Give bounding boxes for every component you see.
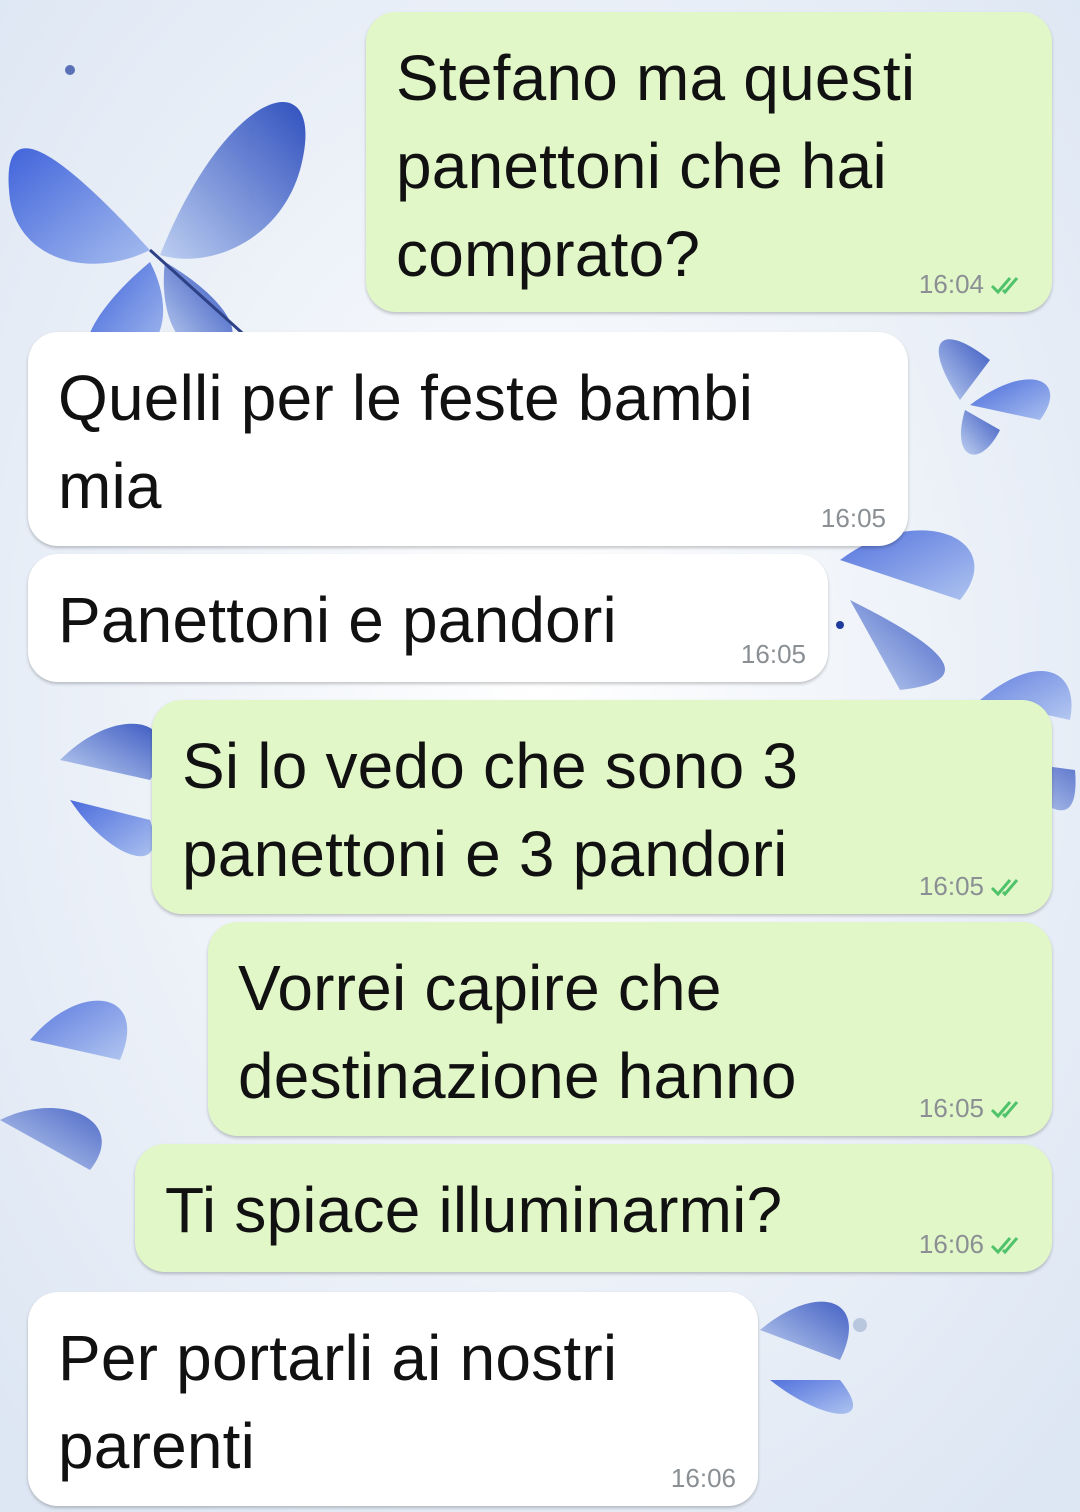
message-text: Stefano ma questi panettoni che hai comp… bbox=[396, 42, 916, 290]
message-time: 16:04 bbox=[918, 269, 984, 299]
message-bubble-outgoing[interactable]: Vorrei capire che destinazione hanno 16:… bbox=[208, 922, 1052, 1136]
message-bubble-outgoing[interactable]: Si lo vedo che sono 3 panettoni e 3 pand… bbox=[152, 700, 1052, 914]
message-bubble-incoming[interactable]: Panettoni e pandori 16:05 bbox=[28, 554, 828, 682]
double-check-icon bbox=[990, 276, 1019, 294]
message-bubble-outgoing[interactable]: Stefano ma questi panettoni che hai comp… bbox=[366, 12, 1052, 312]
message-meta: 16:05 bbox=[919, 1093, 1030, 1124]
message-text: Vorrei capire che destinazione hanno bbox=[238, 952, 797, 1112]
message-time: 16:05 bbox=[740, 639, 806, 669]
message-text: Ti spiace illuminarmi? bbox=[165, 1174, 783, 1246]
message-time: 16:05 bbox=[918, 871, 984, 901]
message-text: Panettoni e pandori bbox=[58, 584, 617, 656]
message-meta: 16:05 bbox=[821, 503, 886, 534]
message-text: Quelli per le feste bambi mia bbox=[58, 362, 754, 522]
message-meta: 16:05 bbox=[741, 639, 806, 670]
message-bubble-incoming[interactable]: Quelli per le feste bambi mia 16:05 bbox=[28, 332, 908, 546]
message-time: 16:05 bbox=[820, 503, 886, 533]
message-text: Per portarli ai nostri parenti bbox=[58, 1322, 618, 1482]
message-text: Si lo vedo che sono 3 panettoni e 3 pand… bbox=[182, 730, 799, 890]
message-meta: 16:05 bbox=[919, 871, 1030, 902]
message-meta: 16:06 bbox=[919, 1229, 1030, 1260]
message-meta: 16:06 bbox=[671, 1463, 736, 1494]
message-bubble-incoming[interactable]: Per portarli ai nostri parenti 16:06 bbox=[28, 1292, 758, 1506]
message-time: 16:06 bbox=[918, 1229, 984, 1259]
double-check-icon bbox=[990, 1236, 1019, 1254]
double-check-icon bbox=[990, 878, 1019, 896]
message-meta: 16:04 bbox=[919, 269, 1030, 300]
message-time: 16:06 bbox=[670, 1463, 736, 1493]
message-bubble-outgoing[interactable]: Ti spiace illuminarmi? 16:06 bbox=[135, 1144, 1052, 1272]
double-check-icon bbox=[990, 1100, 1019, 1118]
message-time: 16:05 bbox=[918, 1093, 984, 1123]
